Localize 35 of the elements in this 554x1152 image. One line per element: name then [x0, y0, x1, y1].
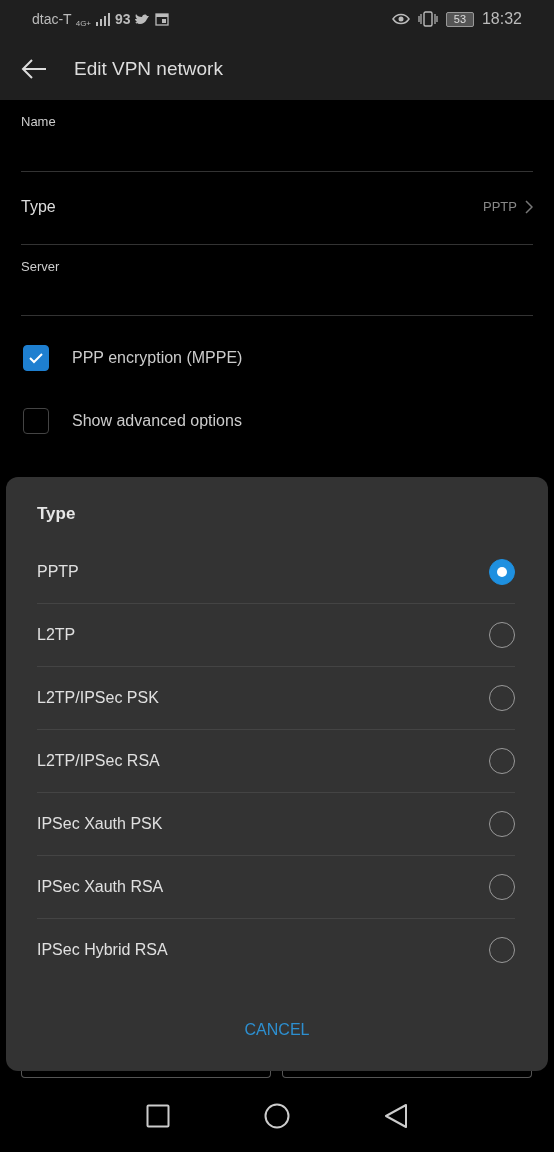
option-label[interactable]: IPSec Hybrid RSA — [37, 938, 168, 962]
chevron-right-icon — [525, 200, 533, 214]
battery-indicator: 53 — [445, 11, 474, 27]
type-value[interactable]: PPTP — [483, 197, 517, 217]
vibrate-icon — [417, 11, 438, 27]
field-label: Name — [21, 113, 57, 131]
recents-icon[interactable] — [146, 1104, 170, 1128]
back-icon[interactable] — [384, 1103, 408, 1129]
network-type: 4G+ — [75, 18, 92, 30]
bird-icon — [134, 12, 151, 26]
checkbox[interactable] — [23, 344, 49, 371]
dialog-title: Type — [36, 503, 77, 525]
home-icon[interactable] — [264, 1103, 290, 1129]
radio-button[interactable] — [489, 558, 515, 585]
checkbox-label: PPP encryption (MPPE) — [72, 347, 243, 368]
calendar-icon — [154, 12, 169, 26]
option-label[interactable]: IPSec Xauth PSK — [37, 811, 163, 836]
checkbox-label: Show advanced options — [72, 410, 242, 431]
option-label[interactable]: L2TP/IPSec PSK — [37, 685, 159, 710]
eye-icon — [391, 13, 410, 25]
option-label[interactable]: L2TP/IPSec RSA — [37, 748, 160, 773]
field-label: Server — [21, 257, 61, 276]
notification-count: 93 — [115, 9, 131, 29]
cancel-button[interactable]: CANCEL — [234, 1011, 320, 1048]
carrier-name: dtac-T — [32, 9, 72, 29]
signal-icon — [95, 12, 112, 26]
type-label: Type — [21, 197, 56, 217]
option-label[interactable]: IPSec Xauth RSA — [37, 874, 164, 899]
option-label[interactable]: PPTP — [37, 559, 79, 584]
clock: 18:32 — [481, 9, 522, 29]
checkbox[interactable] — [23, 407, 49, 434]
checkmark-icon — [28, 351, 44, 364]
screen-title: Edit VPN network — [74, 56, 223, 81]
back-arrow-icon[interactable] — [20, 58, 48, 80]
option-label[interactable]: L2TP — [37, 622, 76, 647]
